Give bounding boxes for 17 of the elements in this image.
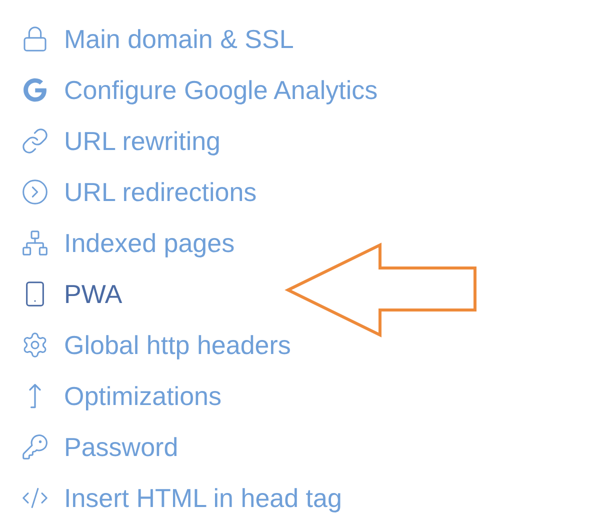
link-icon xyxy=(21,126,49,154)
menu-item[interactable]: Optimizations xyxy=(64,382,222,408)
menu-item[interactable]: Password xyxy=(64,434,178,460)
lock-icon xyxy=(21,24,49,52)
settings-icon xyxy=(21,330,49,358)
sitemap-icon xyxy=(21,228,49,256)
menu-item[interactable]: Global http headers xyxy=(64,332,291,358)
key-icon xyxy=(21,432,49,460)
menu-item[interactable]: Main domain & SSL xyxy=(64,26,294,52)
menu-item[interactable]: URL rewriting xyxy=(64,128,221,154)
google-icon xyxy=(23,78,47,102)
menu-item[interactable]: URL redirections xyxy=(64,178,257,204)
chevron-circle-icon xyxy=(21,178,49,206)
menu-item[interactable]: PWA xyxy=(64,280,122,306)
menu-item[interactable]: Insert HTML in head tag xyxy=(64,484,342,510)
menu-item[interactable]: Configure Google Analytics xyxy=(64,76,378,102)
menu-item[interactable]: Indexed pages xyxy=(64,230,235,256)
